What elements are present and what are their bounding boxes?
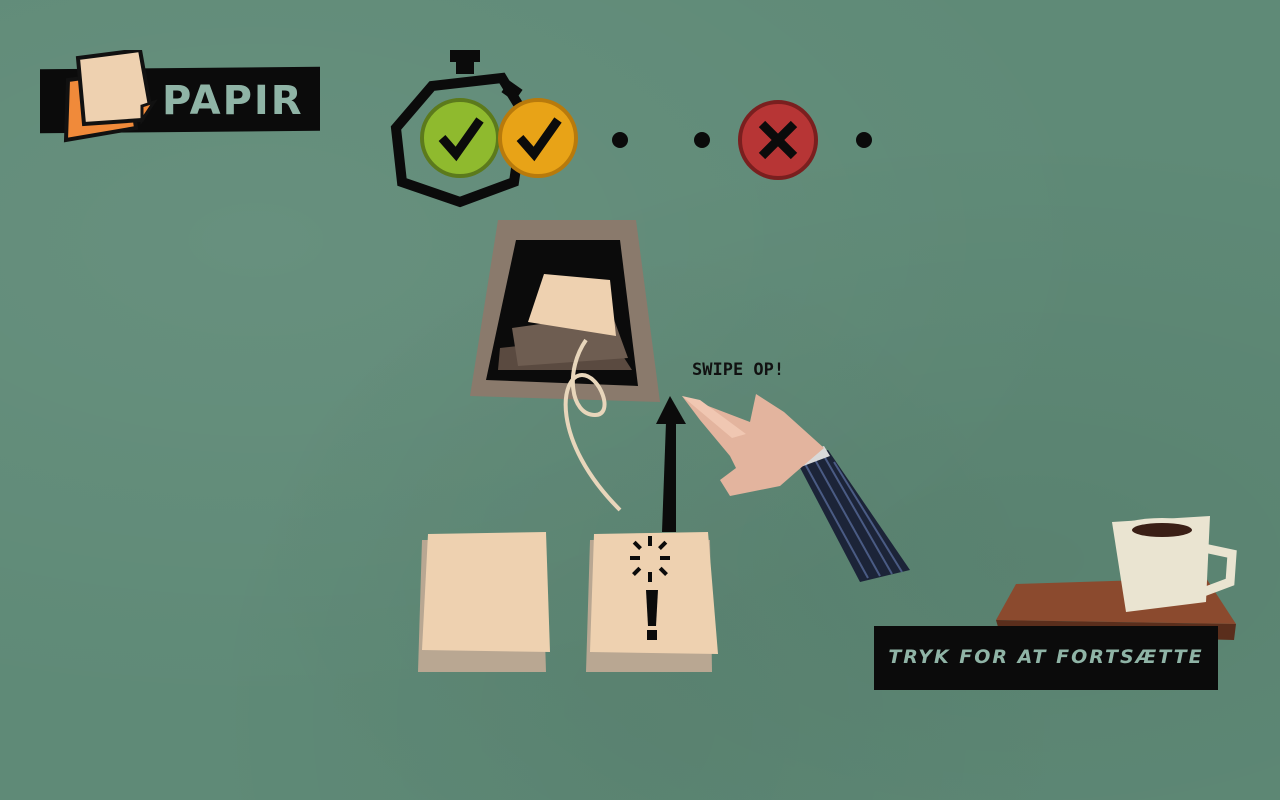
continue-button[interactable]: TRYK FOR AT FORTSÆTTE — [874, 626, 1218, 690]
continue-button-label: TRYK FOR AT FORTSÆTTE — [888, 646, 1204, 668]
progress-row — [390, 44, 890, 214]
result-correct-icon — [420, 98, 500, 178]
swipe-instruction: SWIPE OP! — [692, 360, 785, 380]
swipe-up-arrow-icon — [656, 396, 686, 532]
result-correct-icon — [498, 98, 578, 178]
highlighted-paper-stack-icon — [586, 532, 718, 672]
result-pending-dot — [694, 132, 710, 148]
result-pending-dot — [856, 132, 872, 148]
tutorial-illustration — [418, 220, 910, 672]
result-wrong-icon — [738, 100, 818, 180]
pointing-hand-icon — [682, 394, 910, 582]
result-pending-dot — [612, 132, 628, 148]
paper-bin-icon — [470, 220, 660, 402]
coffee-cup-icon — [996, 516, 1237, 640]
paper-stack-icon — [418, 532, 550, 672]
category-banner: PAPIR — [40, 50, 320, 143]
paper-category-icon — [63, 50, 158, 143]
category-title: PAPIR — [162, 78, 304, 124]
